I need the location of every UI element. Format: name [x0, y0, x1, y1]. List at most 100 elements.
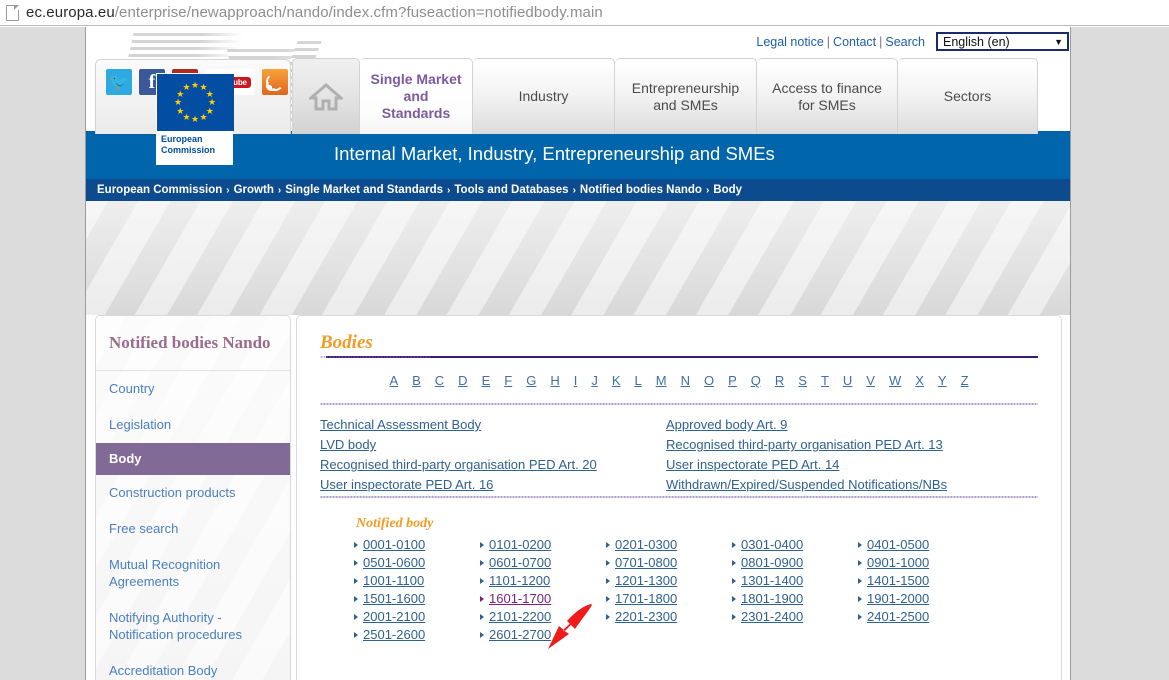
- sidebar-item-mutual-recognition-agreements[interactable]: Mutual Recognition Agreements: [96, 547, 290, 600]
- range-link-2101-2200[interactable]: 2101-2200: [489, 608, 551, 626]
- range-item[interactable]: 2201-2300: [606, 608, 732, 626]
- url-bar[interactable]: ec.europa.eu/enterprise/newapproach/nand…: [26, 4, 603, 21]
- sidebar-item-body[interactable]: Body: [96, 443, 290, 475]
- range-link-1001-1100[interactable]: 1001-1100: [363, 572, 424, 590]
- range-item[interactable]: 0701-0800: [606, 554, 732, 572]
- range-link-1301-1400[interactable]: 1301-1400: [741, 572, 803, 590]
- body-type-link-0[interactable]: Technical Assessment Body: [320, 415, 666, 435]
- alphabet-link-o[interactable]: O: [697, 373, 721, 388]
- range-link-1601-1700[interactable]: 1601-1700: [489, 590, 551, 608]
- alphabet-link-h[interactable]: H: [543, 373, 566, 388]
- range-item[interactable]: 2301-2400: [732, 608, 858, 626]
- sidebar-item-country[interactable]: Country: [96, 371, 290, 407]
- breadcrumb-item-3[interactable]: Tools and Databases: [454, 184, 568, 196]
- alphabet-link-u[interactable]: U: [836, 373, 859, 388]
- range-item[interactable]: 2501-2600: [354, 626, 480, 644]
- breadcrumb-item-2[interactable]: Single Market and Standards: [285, 184, 443, 196]
- alphabet-link-c[interactable]: C: [428, 373, 451, 388]
- range-item[interactable]: 2101-2200: [480, 608, 606, 626]
- range-item[interactable]: 2001-2100: [354, 608, 480, 626]
- alphabet-link-x[interactable]: X: [908, 373, 931, 388]
- range-link-0201-0300[interactable]: 0201-0300: [615, 536, 677, 554]
- range-item[interactable]: 0601-0700: [480, 554, 606, 572]
- alphabet-link-i[interactable]: I: [567, 373, 585, 388]
- tab-sectors[interactable]: Sectors: [898, 58, 1038, 134]
- range-link-1101-1200[interactable]: 1101-1200: [489, 572, 550, 590]
- legal-notice-link[interactable]: Legal notice: [754, 35, 825, 49]
- range-link-2601-2700[interactable]: 2601-2700: [489, 626, 551, 644]
- body-type-link-7[interactable]: Withdrawn/Expired/Suspended Notification…: [666, 475, 1038, 495]
- alphabet-link-m[interactable]: M: [649, 373, 674, 388]
- body-type-link-2[interactable]: LVD body: [320, 435, 666, 455]
- alphabet-link-a[interactable]: A: [382, 373, 405, 388]
- range-link-2501-2600[interactable]: 2501-2600: [363, 626, 425, 644]
- range-item[interactable]: 0501-0600: [354, 554, 480, 572]
- range-item[interactable]: 0801-0900: [732, 554, 858, 572]
- alphabet-link-l[interactable]: L: [628, 373, 649, 388]
- tab-entrepreneurship-and-smes[interactable]: Entrepreneurship and SMEs: [615, 58, 757, 134]
- alphabet-link-r[interactable]: R: [768, 373, 791, 388]
- search-link[interactable]: Search: [883, 35, 927, 49]
- alphabet-link-n[interactable]: N: [674, 373, 697, 388]
- range-link-0901-1000[interactable]: 0901-1000: [867, 554, 929, 572]
- alphabet-link-p[interactable]: P: [721, 373, 744, 388]
- alphabet-link-s[interactable]: S: [791, 373, 814, 388]
- alphabet-link-k[interactable]: K: [605, 373, 628, 388]
- alphabet-link-f[interactable]: F: [497, 373, 519, 388]
- range-link-0301-0400[interactable]: 0301-0400: [741, 536, 803, 554]
- range-item[interactable]: 1401-1500: [858, 572, 984, 590]
- range-item[interactable]: 0301-0400: [732, 536, 858, 554]
- breadcrumb-item-0[interactable]: European Commission: [97, 184, 222, 196]
- language-select[interactable]: English (en) ▼: [936, 32, 1069, 51]
- rss-icon[interactable]: [262, 69, 288, 95]
- range-link-0401-0500[interactable]: 0401-0500: [867, 536, 929, 554]
- alphabet-link-z[interactable]: Z: [954, 373, 976, 388]
- european-commission-logo[interactable]: ★ ★ ★ ★ ★ ★ ★ ★ ★ ★ ★ ★ European Commission: [156, 73, 234, 165]
- range-item[interactable]: 1901-2000: [858, 590, 984, 608]
- range-link-1201-1300[interactable]: 1201-1300: [615, 572, 677, 590]
- body-type-link-1[interactable]: Approved body Art. 9: [666, 415, 1038, 435]
- body-type-link-4[interactable]: Recognised third-party organisation PED …: [320, 455, 666, 475]
- range-item[interactable]: 1701-1800: [606, 590, 732, 608]
- breadcrumb-item-4[interactable]: Notified bodies Nando: [580, 184, 702, 196]
- range-item[interactable]: 0401-0500: [858, 536, 984, 554]
- body-type-link-6[interactable]: User inspectorate PED Art. 16: [320, 475, 666, 495]
- contact-link[interactable]: Contact: [831, 35, 878, 49]
- tab-industry[interactable]: Industry: [473, 58, 615, 134]
- range-link-0701-0800[interactable]: 0701-0800: [615, 554, 677, 572]
- body-type-link-3[interactable]: Recognised third-party organisation PED …: [666, 435, 1038, 455]
- alphabet-link-t[interactable]: T: [814, 373, 836, 388]
- alphabet-link-e[interactable]: E: [475, 373, 498, 388]
- alphabet-link-b[interactable]: B: [405, 373, 428, 388]
- tab-access-to-finance-for-smes[interactable]: Access to finance for SMEs: [757, 58, 898, 134]
- range-item[interactable]: 1301-1400: [732, 572, 858, 590]
- range-link-2301-2400[interactable]: 2301-2400: [741, 608, 803, 626]
- range-link-0601-0700[interactable]: 0601-0700: [489, 554, 551, 572]
- twitter-icon[interactable]: 🐦: [106, 69, 132, 95]
- range-link-2001-2100[interactable]: 2001-2100: [363, 608, 425, 626]
- range-item[interactable]: 1501-1600: [354, 590, 480, 608]
- alphabet-link-j[interactable]: J: [584, 373, 605, 388]
- tab-home[interactable]: [292, 58, 360, 134]
- alphabet-link-d[interactable]: D: [451, 373, 474, 388]
- alphabet-link-q[interactable]: Q: [744, 373, 768, 388]
- alphabet-link-y[interactable]: Y: [931, 373, 954, 388]
- range-item[interactable]: 1001-1100: [354, 572, 480, 590]
- range-link-2401-2500[interactable]: 2401-2500: [867, 608, 929, 626]
- range-item[interactable]: 2401-2500: [858, 608, 984, 626]
- range-item[interactable]: 0101-0200: [480, 536, 606, 554]
- range-link-1401-1500[interactable]: 1401-1500: [867, 572, 929, 590]
- range-item[interactable]: 1801-1900: [732, 590, 858, 608]
- sidebar-item-accreditation-body[interactable]: Accreditation Body: [96, 653, 290, 680]
- alphabet-link-v[interactable]: V: [859, 373, 882, 388]
- body-type-link-5[interactable]: User inspectorate PED Art. 14: [666, 455, 1038, 475]
- range-link-1801-1900[interactable]: 1801-1900: [741, 590, 803, 608]
- range-item[interactable]: 0901-1000: [858, 554, 984, 572]
- range-link-0101-0200[interactable]: 0101-0200: [489, 536, 551, 554]
- range-item[interactable]: 0001-0100: [354, 536, 480, 554]
- range-item[interactable]: 1101-1200: [480, 572, 606, 590]
- range-link-1701-1800[interactable]: 1701-1800: [615, 590, 677, 608]
- sidebar-item-free-search[interactable]: Free search: [96, 511, 290, 547]
- range-link-0001-0100[interactable]: 0001-0100: [363, 536, 425, 554]
- range-link-2201-2300[interactable]: 2201-2300: [615, 608, 677, 626]
